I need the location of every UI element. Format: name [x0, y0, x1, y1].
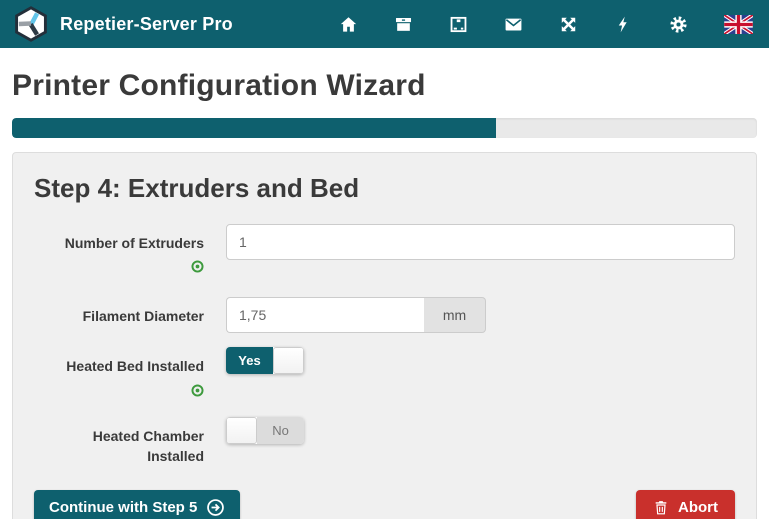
filament-label: Filament Diameter [83, 306, 204, 326]
arrow-circle-right-icon [206, 498, 225, 517]
filament-input-group: mm [226, 297, 486, 333]
filament-input[interactable] [226, 297, 424, 333]
progress-fill [12, 118, 496, 138]
main-content: Printer Configuration Wizard Step 4: Ext… [0, 69, 769, 519]
page-title: Printer Configuration Wizard [12, 69, 757, 103]
changed-setting-indicator-icon [191, 384, 204, 397]
continue-button[interactable]: Continue with Step 5 [34, 490, 240, 519]
unit-addon: mm [424, 297, 486, 333]
app-logo-icon [13, 6, 49, 42]
home-icon[interactable] [339, 15, 358, 34]
continue-button-label: Continue with Step 5 [49, 499, 197, 516]
abort-button-label: Abort [678, 499, 718, 516]
heated-bed-label: Heated Bed Installed [66, 356, 204, 376]
toggle-knob [226, 417, 257, 444]
archive-box-icon[interactable] [394, 15, 413, 34]
language-uk-flag-icon[interactable] [724, 15, 753, 34]
heated-bed-row: Heated Bed Installed Yes [34, 347, 735, 396]
toggle-on-label: Yes [226, 347, 273, 374]
brand[interactable]: Repetier-Server Pro [13, 6, 233, 42]
wizard-progress-bar [12, 118, 757, 138]
wizard-step-card: Step 4: Extruders and Bed Number of Extr… [12, 152, 757, 519]
top-navbar: Repetier-Server Pro [0, 0, 769, 48]
heated-bed-toggle[interactable]: Yes [226, 347, 304, 374]
brand-title: Repetier-Server Pro [60, 14, 233, 35]
trash-icon [653, 499, 669, 516]
filament-row: Filament Diameter mm [34, 297, 735, 333]
lightning-bolt-icon[interactable] [614, 15, 633, 34]
navbar-icons [339, 15, 753, 34]
heated-chamber-label: Heated Chamber Installed [34, 426, 204, 467]
extruders-input[interactable] [226, 224, 735, 260]
expand-arrows-icon[interactable] [559, 15, 578, 34]
toggle-off-label: No [257, 417, 304, 444]
extruders-row: Number of Extruders [34, 224, 735, 273]
envelope-icon[interactable] [504, 15, 523, 34]
wizard-footer: Continue with Step 5 Abort [34, 490, 735, 519]
abort-button[interactable]: Abort [636, 490, 735, 519]
printer-icon[interactable] [449, 15, 468, 34]
changed-setting-indicator-icon [191, 260, 204, 273]
heated-chamber-row: Heated Chamber Installed No [34, 417, 735, 467]
heated-chamber-toggle[interactable]: No [226, 417, 304, 444]
toggle-knob [273, 347, 304, 374]
settings-gear-icon[interactable] [669, 15, 688, 34]
step-title: Step 4: Extruders and Bed [34, 173, 735, 204]
extruders-label: Number of Extruders [65, 233, 204, 253]
